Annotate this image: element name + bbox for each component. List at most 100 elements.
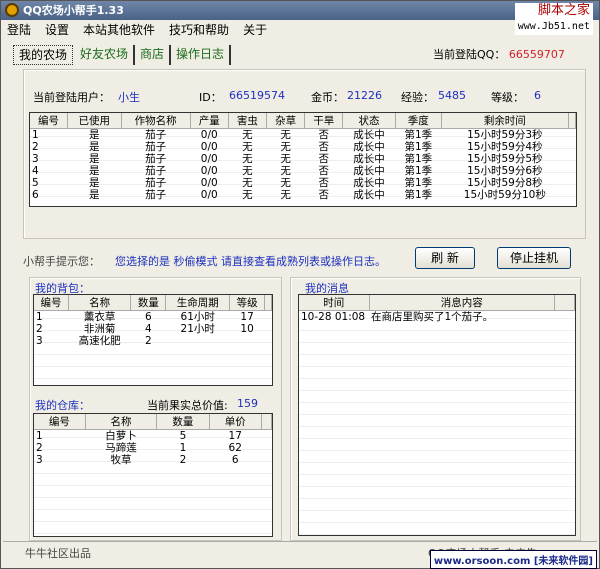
column-header[interactable]: 消息内容 <box>369 295 555 311</box>
menu-login[interactable]: 登陆 <box>7 21 31 39</box>
hint-label: 小帮手提示您： <box>23 255 100 268</box>
tab-log[interactable]: 操作日志 <box>171 45 232 65</box>
warehouse-row[interactable]: 3 牧草 2 6 <box>34 454 272 466</box>
table-cell: 62 <box>228 442 242 454</box>
column-header[interactable]: 已使用 <box>67 113 122 129</box>
menu-tips-help[interactable]: 技巧和帮助 <box>169 21 229 39</box>
table-cell: 薰衣草 <box>83 311 116 323</box>
farm-row[interactable]: 3 是 茄子 0/0 无 无 否 成长中 第1季 15小时59分5秒 <box>30 153 576 165</box>
table-cell: 4 <box>144 323 152 335</box>
tab-my-farm[interactable]: 我的农场 <box>13 45 74 65</box>
table-cell: 4 <box>32 165 39 177</box>
bag-table[interactable]: 编号 名称 数量 生命周期 等级 1 薰衣草 6 61小时 17 2 非洲菊 4 21小时 10 3 高速化肥 2 <box>33 294 273 386</box>
table-cell: 3 <box>36 335 43 347</box>
table-cell: 15小时59分10秒 <box>463 189 546 201</box>
hint-text: 您选择的是 秒偷模式 请直接查看成熟列表或操作日志。 <box>115 255 386 268</box>
message-row[interactable]: 10-28 01:08 在商店里购买了1个茄子。 <box>299 311 575 324</box>
bag-row[interactable]: 1 薰衣草 6 61小时 17 <box>34 311 272 324</box>
column-header-filler <box>261 414 272 430</box>
farm-row[interactable]: 5 是 茄子 0/0 无 无 否 成长中 第1季 15小时59分8秒 <box>30 177 576 189</box>
refresh-button[interactable]: 刷 新 <box>415 247 475 269</box>
tab-bar: 我的农场 好友农场 商店 操作日志 <box>13 45 232 65</box>
farm-row[interactable]: 6 是 茄子 0/0 无 无 否 成长中 第1季 15小时59分10秒 <box>30 189 576 201</box>
column-header[interactable]: 数量 <box>156 414 210 430</box>
table-cell: 15小时59分5秒 <box>467 153 543 165</box>
column-header[interactable]: 编号 <box>34 414 86 430</box>
table-cell: 成长中 <box>353 141 385 153</box>
column-header[interactable]: 时间 <box>299 295 370 311</box>
table-cell: 第1季 <box>404 189 433 201</box>
table-cell: 无 <box>280 153 291 165</box>
table-cell: 2 <box>32 141 39 153</box>
column-header[interactable]: 名称 <box>85 414 158 430</box>
menu-about[interactable]: 关于 <box>243 21 267 39</box>
watermark-orsoon: www.orsoon.com [未来软件园] <box>429 550 597 569</box>
stop-button[interactable]: 停止挂机 <box>497 247 571 269</box>
table-cell: 3 <box>32 153 39 165</box>
tab-friend-farm[interactable]: 好友农场 <box>75 45 136 65</box>
column-header[interactable]: 编号 <box>34 295 69 311</box>
column-header[interactable]: 状态 <box>342 113 396 129</box>
tab-shop[interactable]: 商店 <box>135 45 172 65</box>
level-value: 6 <box>534 89 541 102</box>
table-cell: 0/0 <box>200 141 218 153</box>
table-cell: 17 <box>240 311 254 323</box>
watermark-url: www.Jb51.net <box>517 21 590 32</box>
table-cell: 21小时 <box>180 323 215 335</box>
table-cell: 2 <box>179 454 187 466</box>
table-cell: 无 <box>280 129 291 141</box>
app-icon <box>5 3 19 17</box>
status-left: 牛牛社区出品 <box>25 547 91 560</box>
column-header[interactable]: 产量 <box>190 113 229 129</box>
table-cell: 白萝卜 <box>105 430 137 442</box>
table-cell: 是 <box>89 153 100 165</box>
column-header[interactable]: 季度 <box>395 113 443 129</box>
table-cell: 无 <box>242 129 253 141</box>
table-cell: 无 <box>242 153 253 165</box>
table-cell: 2 <box>36 442 43 454</box>
table-cell: 第1季 <box>404 165 433 177</box>
table-cell: 2 <box>144 335 152 347</box>
farm-row[interactable]: 4 是 茄子 0/0 无 无 否 成长中 第1季 15小时59分6秒 <box>30 165 576 177</box>
menu-other-software[interactable]: 本站其他软件 <box>83 21 155 39</box>
column-header[interactable]: 干旱 <box>304 113 344 129</box>
column-header[interactable]: 害虫 <box>228 113 268 129</box>
column-header[interactable]: 名称 <box>68 295 132 311</box>
table-cell: 高速化肥 <box>78 335 121 347</box>
bag-row[interactable]: 2 非洲菊 4 21小时 10 <box>34 323 272 335</box>
column-header[interactable]: 作物名称 <box>121 113 191 129</box>
column-header[interactable]: 单价 <box>209 414 262 430</box>
column-header[interactable]: 编号 <box>30 113 68 129</box>
table-cell: 成长中 <box>353 129 385 141</box>
column-header[interactable]: 等级 <box>229 295 266 311</box>
user-label: 当前登陆用户： <box>33 91 110 104</box>
menu-settings[interactable]: 设置 <box>45 21 69 39</box>
column-header[interactable]: 生命周期 <box>165 295 231 311</box>
column-header[interactable]: 杂草 <box>266 113 306 129</box>
table-cell: 无 <box>242 165 253 177</box>
column-header[interactable]: 剩余时间 <box>441 113 569 129</box>
current-qq-label: 当前登陆QQ： <box>433 48 506 61</box>
warehouse-row[interactable]: 1 白萝卜 5 17 <box>34 430 272 443</box>
column-header-filler <box>264 295 272 311</box>
table-cell: 6 <box>32 189 39 201</box>
table-cell: 成长中 <box>353 153 385 165</box>
warehouse-row[interactable]: 2 马蹄莲 1 62 <box>34 442 272 454</box>
table-cell: 否 <box>318 129 330 141</box>
table-cell: 是 <box>89 141 100 153</box>
farm-row[interactable]: 1 是 茄子 0/0 无 无 否 成长中 第1季 15小时59分3秒 <box>30 129 576 142</box>
table-cell: 无 <box>280 177 291 189</box>
table-cell: 6 <box>144 311 152 323</box>
bag-row[interactable]: 3 高速化肥 2 <box>34 335 272 347</box>
table-cell <box>230 335 265 347</box>
table-cell: 牧草 <box>110 454 132 466</box>
farm-table[interactable]: 编号 已使用 作物名称 产量 害虫 杂草 干旱 状态 季度 剩余时间 1 是茄子 0/0 无无否成长中 第1… <box>29 112 577 207</box>
farm-row[interactable]: 2 是 茄子 0/0 无 无 否 成长中 第1季 15小时59分4秒 <box>30 141 576 153</box>
column-header[interactable]: 数量 <box>130 295 167 311</box>
table-cell: 是 <box>89 189 100 201</box>
table-cell: 否 <box>318 141 330 153</box>
table-cell: 1 <box>179 442 187 454</box>
warehouse-table[interactable]: 编号 名称 数量 单价 1 白萝卜 5 17 2 马蹄莲 1 62 3 牧草 2 6 <box>33 413 273 537</box>
warehouse-value-label: 当前果实总价值: <box>147 399 228 412</box>
messages-table[interactable]: 时间 消息内容 10-28 01:08 在商店里购买了1个茄子。 <box>298 294 576 536</box>
